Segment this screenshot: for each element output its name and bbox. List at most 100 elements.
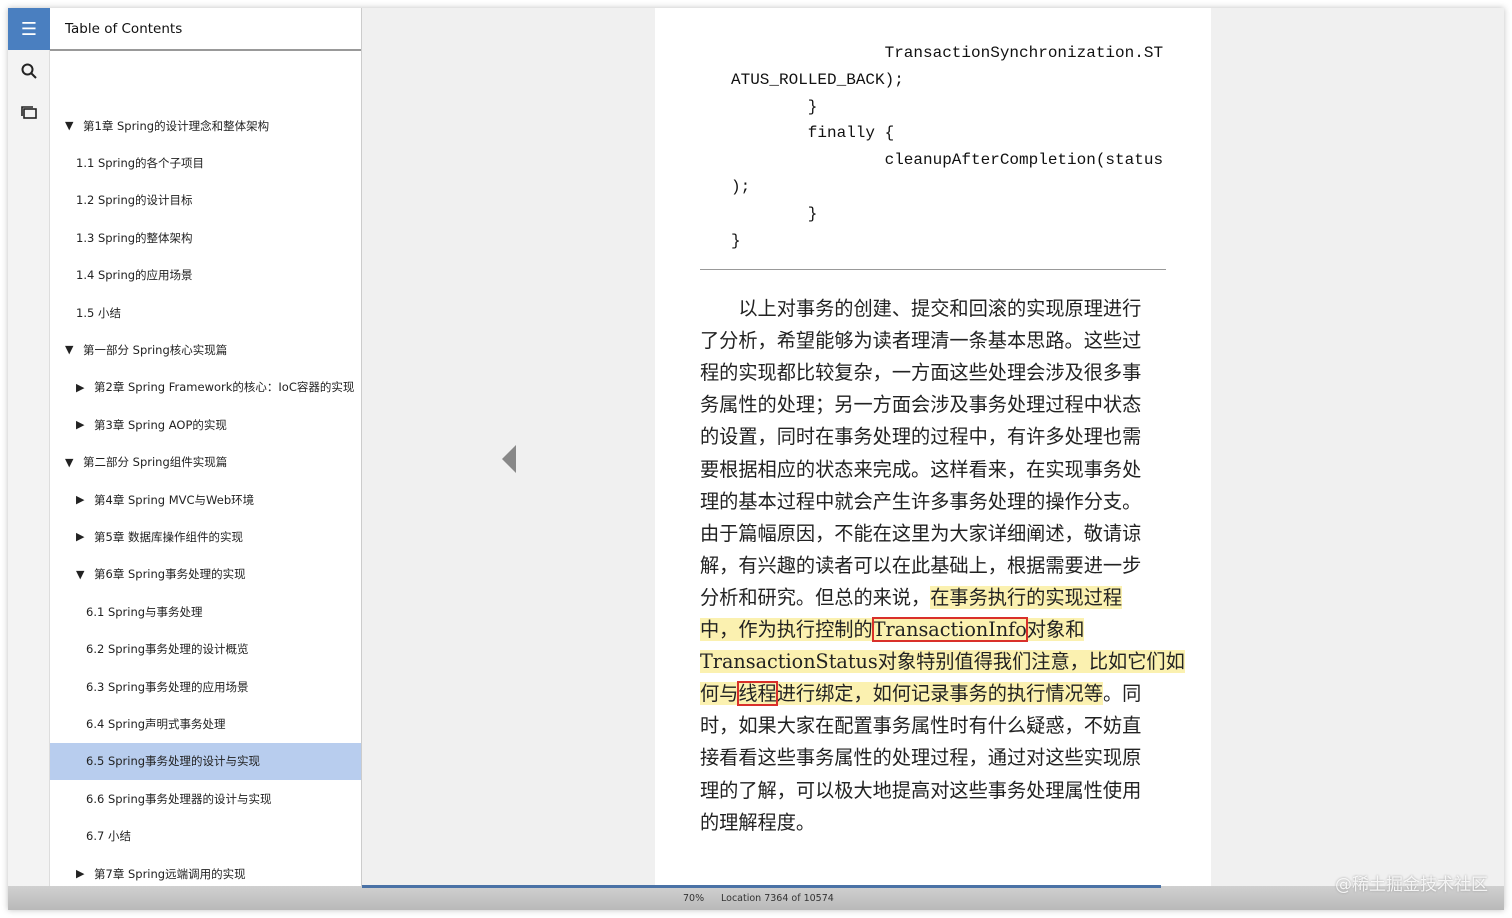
text-line: 分析和研究。但总的来说，在事务执行的实现过程	[700, 583, 1123, 613]
toc-item-label: 第1章 Spring的设计理念和整体架构	[83, 118, 270, 133]
reading-progress-bar[interactable]	[362, 885, 1162, 888]
collapsed-triangle-icon[interactable]: ▶	[76, 381, 94, 394]
book-page: TransactionSynchronization.ST ATUS_ROLLED…	[655, 8, 1211, 888]
code-line: }	[807, 204, 818, 223]
highlighted-text[interactable]: 中，作为执行控制的	[700, 618, 873, 641]
toc-panel: Table of Contents ▼ 第1章 Spring的设计理念和整体架构 1…	[50, 8, 362, 888]
toc-item-label: 第5章 数据库操作组件的实现	[94, 529, 243, 544]
collapsed-triangle-icon[interactable]: ▶	[76, 418, 94, 431]
text-line: 要根据相应的状态来完成。这样看来，在实现事务处	[700, 455, 1141, 485]
boxed-highlight[interactable]: 线程	[737, 681, 778, 707]
icon-strip: ☰	[8, 8, 50, 888]
collapsed-triangle-icon[interactable]: ▶	[76, 530, 94, 543]
toc-item[interactable]: 6.7 小结	[50, 818, 361, 855]
bookmarks-icon[interactable]	[8, 92, 50, 134]
toc-item-label: 1.5 小结	[76, 305, 121, 320]
text-line: 了分析，希望能够为读者理清一条基本思路。这些过	[700, 326, 1141, 356]
toc-item[interactable]: 6.3 Spring事务处理的应用场景	[50, 668, 361, 705]
percent-label: 70%	[683, 893, 705, 904]
text-segment: 的理解程度。	[700, 810, 816, 834]
expanded-triangle-icon[interactable]: ▼	[76, 568, 94, 581]
boxed-highlight[interactable]: TransactionInfo	[871, 617, 1028, 642]
toc-item-label: 1.1 Spring的各个子项目	[76, 155, 205, 170]
toc-item-label: 1.2 Spring的设计目标	[76, 193, 193, 208]
text-line: 理的基本过程中就会产生许多事务处理的操作分支。	[700, 487, 1141, 517]
text-line: 以上对事务的创建、提交和回滚的实现原理进行	[700, 294, 1141, 324]
toc-item-label: 1.4 Spring的应用场景	[76, 268, 193, 283]
expanded-triangle-icon[interactable]: ▼	[65, 343, 83, 356]
expanded-triangle-icon[interactable]: ▼	[65, 119, 83, 132]
highlighted-text[interactable]: 何与	[700, 682, 739, 706]
text-line: 中，作为执行控制的TransactionInfo对象和	[700, 615, 1085, 645]
code-divider	[700, 269, 1166, 270]
text-segment: 务属性的处理；另一方面会涉及事务处理过程中状态	[700, 393, 1142, 417]
previous-page-arrow-icon[interactable]	[502, 445, 516, 473]
text-line: 程的实现都比较复杂，一方面这些处理会涉及很多事	[700, 358, 1141, 388]
text-segment: 的设置，同时在事务处理的过程中，有许多处理也需	[700, 425, 1142, 449]
toc-item[interactable]: 1.1 Spring的各个子项目	[50, 144, 361, 181]
highlighted-text[interactable]: TransactionStatus对象特别值得我们注意，比如它们如	[700, 650, 1185, 674]
toc-item[interactable]: 6.4 Spring声明式事务处理	[50, 705, 361, 742]
toc-item-label: 第3章 Spring AOP的实现	[94, 417, 227, 432]
text-line: 何与线程进行绑定，如何记录事务的执行情况等。同	[700, 679, 1141, 709]
toc-item[interactable]: ▶ 第3章 Spring AOP的实现	[50, 406, 361, 443]
text-segment: 了分析，希望能够为读者理清一条基本思路。这些过	[700, 329, 1142, 353]
text-segment: 程的实现都比较复杂，一方面这些处理会涉及很多事	[700, 361, 1142, 385]
toc-item-label: 第4章 Spring MVC与Web环境	[94, 492, 255, 507]
toc-item[interactable]: ▼ 第1章 Spring的设计理念和整体架构	[50, 107, 361, 144]
search-icon[interactable]	[8, 50, 50, 92]
text-segment: 以上对事务的创建、提交和回滚的实现原理进行	[700, 297, 1142, 320]
text-line: 的理解程度。	[700, 808, 815, 838]
text-line: 务属性的处理；另一方面会涉及事务处理过程中状态	[700, 390, 1141, 420]
text-line: 时，如果大家在配置事务属性时有什么疑惑，不妨直	[700, 711, 1141, 741]
toc-item[interactable]: 1.2 Spring的设计目标	[50, 182, 361, 219]
text-segment: 解，有兴趣的读者可以在此基础上，根据需要进一步	[700, 553, 1142, 577]
toc-item[interactable]: 1.5 小结	[50, 294, 361, 331]
toc-item[interactable]: ▶ 第2章 Spring Framework的核心：IoC容器的实现	[50, 369, 361, 406]
text-segment: 接看看这些事务属性的处理过程，通过对这些实现原	[700, 746, 1142, 770]
text-line: 的设置，同时在事务处理的过程中，有许多处理也需	[700, 422, 1141, 452]
toc-item[interactable]: 6.1 Spring与事务处理	[50, 593, 361, 630]
collapsed-triangle-icon[interactable]: ▶	[76, 867, 94, 880]
highlighted-text[interactable]: 在事务执行的实现过程	[930, 585, 1123, 609]
code-line: TransactionSynchronization.ST	[884, 44, 1164, 62]
text-segment: 由于篇幅原因，不能在这里为大家详细阐述，敬请谅	[700, 521, 1142, 545]
toc-item-label: 第2章 Spring Framework的核心：IoC容器的实现	[94, 380, 355, 395]
reading-area: TransactionSynchronization.ST ATUS_ROLLED…	[362, 8, 1504, 888]
text-segment: 理的了解，可以极大地提高对这些事务处理属性使用	[700, 778, 1142, 802]
toc-item-label: 6.4 Spring声明式事务处理	[86, 716, 226, 731]
toc-item-label: 6.2 Spring事务处理的设计概览	[86, 642, 249, 657]
toc-icon[interactable]: ☰	[8, 8, 50, 50]
toc-item[interactable]: 1.3 Spring的整体架构	[50, 219, 361, 256]
location-label: Location 7364 of 10574	[721, 893, 834, 904]
toc-item-label: 第二部分 Spring组件实现篇	[83, 455, 228, 470]
highlighted-text[interactable]: 对象和	[1026, 618, 1085, 641]
toc-item[interactable]: ▶ 第4章 Spring MVC与Web环境	[50, 481, 361, 518]
toc-item-label: 1.3 Spring的整体架构	[76, 230, 193, 245]
toc-item-label: 6.1 Spring与事务处理	[86, 604, 203, 619]
toc-item[interactable]: ▼ 第一部分 Spring核心实现篇	[50, 331, 361, 368]
toc-item[interactable]: 6.2 Spring事务处理的设计概览	[50, 631, 361, 668]
watermark: @稀土掘金技术社区	[1335, 875, 1488, 895]
toc-item[interactable]: 1.4 Spring的应用场景	[50, 257, 361, 294]
toc-item[interactable]: ▶ 第7章 Spring远端调用的实现	[50, 855, 361, 888]
reader-window: ☰ Table of Contents ▼ 第1章 Spring的设计理念和整体架…	[8, 8, 1504, 910]
text-line: 接看看这些事务属性的处理过程，通过对这些实现原	[700, 743, 1141, 773]
toc-item[interactable]: 6.5 Spring事务处理的设计与实现	[50, 742, 361, 780]
toc-item-label: 6.7 小结	[86, 829, 131, 844]
toc-item[interactable]: ▼ 第二部分 Spring组件实现篇	[50, 444, 361, 481]
text-segment: 分析和研究。但总的来说，	[700, 585, 931, 609]
toc-item-label: 第7章 Spring远端调用的实现	[94, 866, 246, 881]
text-line: TransactionStatus对象特别值得我们注意，比如它们如	[700, 647, 1185, 677]
toc-item[interactable]: ▶ 第5章 数据库操作组件的实现	[50, 518, 361, 555]
text-segment: 时，如果大家在配置事务属性时有什么疑惑，不妨直	[700, 714, 1142, 738]
text-line: 由于篇幅原因，不能在这里为大家详细阐述，敬请谅	[700, 519, 1141, 549]
code-line: ATUS_ROLLED_BACK);	[731, 70, 904, 89]
collapsed-triangle-icon[interactable]: ▶	[76, 493, 94, 506]
highlighted-text[interactable]: 进行绑定，如何记录事务的执行情况等	[776, 682, 1103, 706]
toc-item[interactable]: 6.6 Spring事务处理器的设计与实现	[50, 780, 361, 817]
code-line: cleanupAfterCompletion(status	[884, 151, 1164, 170]
text-line: 解，有兴趣的读者可以在此基础上，根据需要进一步	[700, 551, 1141, 581]
expanded-triangle-icon[interactable]: ▼	[65, 456, 83, 469]
toc-item[interactable]: ▼ 第6章 Spring事务处理的实现	[50, 556, 361, 593]
